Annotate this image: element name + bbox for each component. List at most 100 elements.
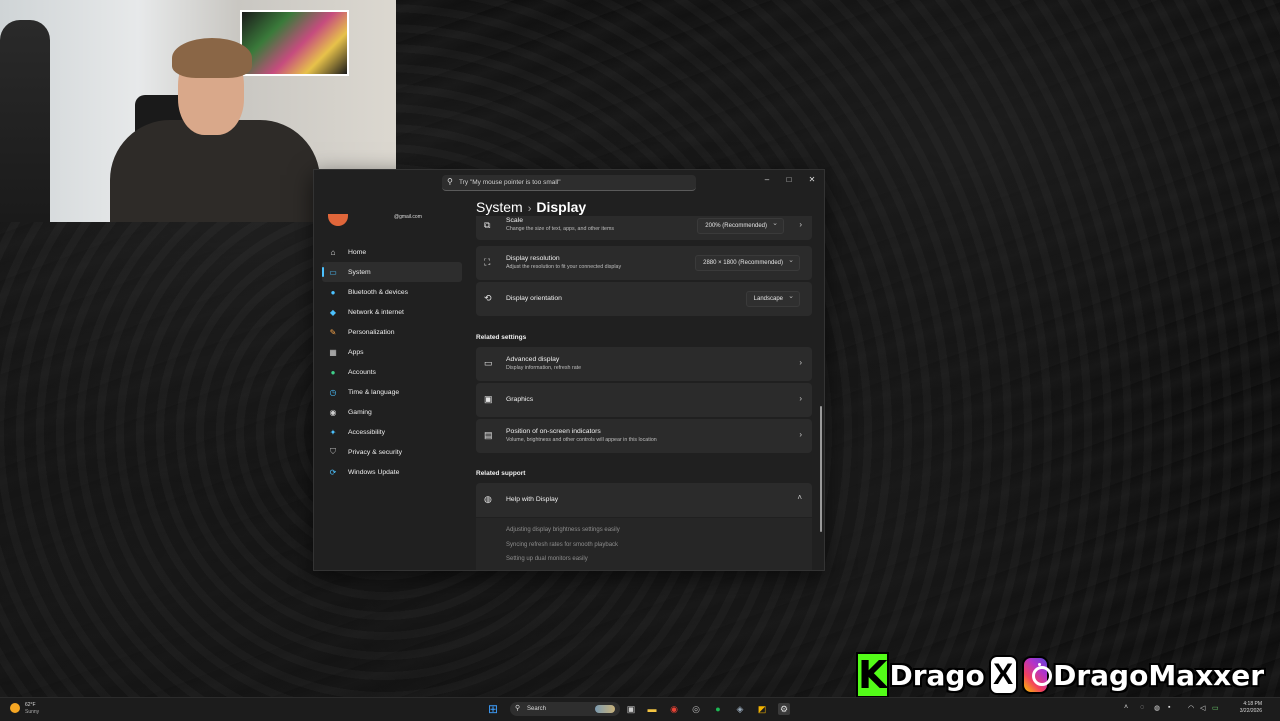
shield-icon: ⛉: [330, 447, 336, 456]
editor-icon[interactable]: ◩: [756, 703, 768, 715]
settings-search-box[interactable]: ⚲ Try "My mouse pointer is too small": [442, 175, 696, 191]
resolution-dropdown[interactable]: 2880 × 1800 (Recommended): [695, 254, 800, 271]
sidebar-item-bluetooth[interactable]: ● Bluetooth & devices: [322, 282, 462, 302]
scale-setting[interactable]: ⧉ Scale Change the size of text, apps, a…: [476, 216, 812, 240]
settings-window: ⚲ Try "My mouse pointer is too small" – …: [313, 169, 825, 571]
accounts-icon: ●: [330, 367, 336, 377]
resolution-title: Display resolution: [506, 255, 560, 262]
sidebar-item-network[interactable]: ◆ Network & internet: [322, 302, 462, 322]
taskbar-clock[interactable]: 4:18 PM 3/22/2026: [1228, 701, 1262, 715]
settings-content: ⧉ Scale Change the size of text, apps, a…: [476, 216, 812, 570]
sidebar-item-label: Network & internet: [348, 308, 404, 316]
sidebar-item-system[interactable]: ▭ System: [322, 262, 462, 282]
breadcrumb-current: Display: [536, 199, 587, 215]
sidebar-item-label: Bluetooth & devices: [348, 288, 409, 296]
scale-dropdown[interactable]: 200% (Recommended): [697, 217, 784, 234]
chevron-up-icon[interactable]: ˄: [1124, 704, 1128, 711]
help-link-brightness[interactable]: Adjusting display brightness settings ea…: [506, 527, 620, 533]
close-button[interactable]: ✕: [803, 173, 821, 187]
advanced-display-link[interactable]: ▭ Advanced display Display information, …: [476, 347, 812, 381]
sidebar-item-label: System: [348, 268, 371, 276]
search-highlight-image: [595, 705, 615, 713]
spotify-icon[interactable]: ●: [712, 703, 724, 715]
resolution-icon: ⛶: [484, 257, 491, 267]
scale-title: Scale: [506, 217, 524, 224]
chevron-right-icon: ›: [799, 358, 802, 367]
sidebar-nav: ⌂ Home ▭ System ● Bluetooth & devices ◆ Netw…: [322, 242, 462, 482]
advanced-display-subtitle: Display information, refresh rate: [506, 365, 582, 371]
orientation-icon: ⟲: [484, 293, 492, 303]
maximize-button[interactable]: □: [780, 173, 798, 187]
chevron-up-icon: ˄: [797, 493, 802, 502]
sidebar-item-accounts[interactable]: ● Accounts: [322, 362, 462, 382]
globe-icon: ◍: [484, 494, 492, 504]
user-email: @gmail.com: [394, 214, 422, 220]
accessibility-icon: ✦: [329, 427, 337, 437]
graphics-icon: ▣: [484, 394, 493, 404]
minimize-button[interactable]: –: [758, 173, 776, 187]
taskbar-search[interactable]: ⚲ Search: [510, 702, 620, 716]
wifi-icon[interactable]: ◠: [1188, 704, 1194, 712]
help-title: Help with Display: [506, 496, 559, 503]
clock-time: 4:18 PM: [1243, 701, 1262, 707]
orientation-dropdown[interactable]: Landscape: [745, 290, 800, 307]
sidebar-item-home[interactable]: ⌂ Home: [322, 242, 462, 262]
help-links-panel: Adjusting display brightness settings ea…: [476, 518, 812, 570]
sidebar-item-gaming[interactable]: ◉ Gaming: [322, 402, 462, 422]
task-view-icon[interactable]: ▣: [625, 703, 637, 715]
settings-gear-icon[interactable]: ⚙: [778, 703, 790, 715]
sidebar-item-label: Gaming: [348, 408, 372, 416]
sidebar-item-apps[interactable]: ▦ Apps: [322, 342, 462, 362]
kick-username: Drago: [889, 658, 985, 692]
chevron-right-icon: ›: [799, 430, 802, 439]
avatar[interactable]: [328, 214, 348, 226]
sidebar-item-label: Time & language: [348, 388, 400, 396]
instagram-username: DragoMaxxer: [1053, 658, 1264, 692]
search-icon: ⚲: [447, 177, 453, 186]
sidebar-item-time-language[interactable]: ◷ Time & language: [322, 382, 462, 402]
streamer-hair: [172, 38, 252, 78]
search-icon: ⚲: [515, 705, 521, 712]
indicators-title: Position of on-screen indicators: [506, 428, 601, 435]
chevron-right-icon: ›: [799, 394, 802, 403]
scale-subtitle: Change the size of text, apps, and other…: [506, 226, 615, 232]
tray-app-icon[interactable]: ◍: [1154, 704, 1160, 712]
social-banner: K Drago X DragoMaxxer: [856, 650, 1264, 700]
breadcrumb-parent[interactable]: System: [476, 199, 523, 215]
system-icon: ▭: [329, 267, 337, 277]
content-scrollbar[interactable]: [820, 406, 822, 532]
graphics-link[interactable]: ▣ Graphics ›: [476, 383, 812, 417]
tray-app-icon[interactable]: ▪: [1168, 704, 1170, 711]
taskbar-search-label: Search: [527, 706, 547, 712]
personalization-icon: ✎: [329, 327, 337, 337]
sidebar-item-accessibility[interactable]: ✦ Accessibility: [322, 422, 462, 442]
help-link-dual-monitors[interactable]: Setting up dual monitors easily: [506, 556, 588, 562]
weather-condition: Sunny: [25, 709, 40, 715]
graphics-title: Graphics: [506, 396, 534, 403]
wall-painting: [240, 10, 349, 76]
sidebar-item-label: Accounts: [348, 368, 376, 376]
windows-start-icon[interactable]: ⊞: [488, 703, 500, 715]
chrome-icon[interactable]: ◉: [668, 703, 680, 715]
help-with-display-expander[interactable]: ◍ Help with Display ˄: [476, 483, 812, 517]
resolution-subtitle: Adjust the resolution to fit your connec…: [506, 264, 622, 270]
sun-icon: [10, 703, 20, 713]
file-explorer-icon[interactable]: ▬: [646, 703, 658, 715]
sidebar-item-personalization[interactable]: ✎ Personalization: [322, 322, 462, 342]
volume-icon[interactable]: ◁: [1200, 704, 1205, 712]
sidebar-item-label: Windows Update: [348, 468, 400, 476]
sidebar-item-privacy[interactable]: ⛉ Privacy & security: [322, 442, 462, 462]
monitor-icon: ▭: [484, 358, 493, 368]
scale-icon: ⧉: [484, 220, 491, 230]
related-support-heading: Related support: [476, 470, 526, 477]
sidebar-item-windows-update[interactable]: ⟳ Windows Update: [322, 462, 462, 482]
help-link-refresh[interactable]: Syncing refresh rates for smooth playbac…: [506, 542, 618, 548]
battery-icon[interactable]: ▭: [1212, 704, 1219, 712]
tray-app-icon[interactable]: ◌: [1140, 704, 1144, 711]
orientation-title: Display orientation: [506, 295, 562, 302]
onscreen-indicators-link[interactable]: ▤ Position of on-screen indicators Volum…: [476, 419, 812, 453]
sidebar-item-label: Accessibility: [348, 428, 386, 436]
app-icon[interactable]: ◎: [690, 703, 702, 715]
steam-icon[interactable]: ◈: [734, 703, 746, 715]
background-person: [0, 20, 50, 222]
